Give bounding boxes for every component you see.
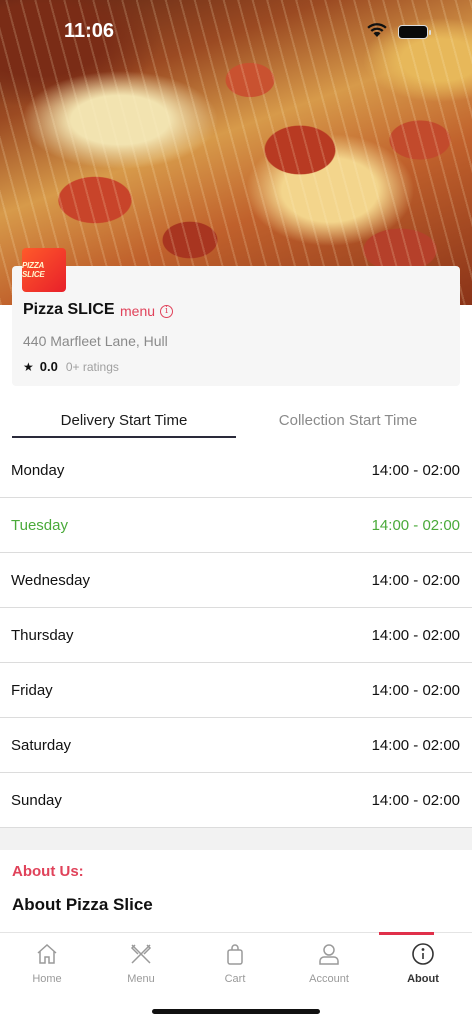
logo-text: PIZZA SLICE <box>22 261 45 279</box>
info-icon: i <box>160 304 174 318</box>
fork-knife-icon <box>130 944 152 964</box>
battery-icon <box>398 25 431 39</box>
menu-link-label: menu <box>120 303 156 319</box>
wifi-icon <box>367 23 387 37</box>
nav-cart-label: Cart <box>224 973 246 985</box>
section-divider <box>0 828 472 850</box>
home-icon <box>37 943 57 964</box>
hours-label: 14:00 - 02:00 <box>371 737 460 754</box>
day-label: Thursday <box>11 627 74 644</box>
tab-collection-start-time[interactable]: Collection Start Time <box>236 404 460 438</box>
tab-delivery-start-time[interactable]: Delivery Start Time <box>12 404 236 438</box>
info-icon <box>412 943 434 965</box>
schedule-row: Thursday 14:00 - 02:00 <box>0 608 472 663</box>
menu-link[interactable]: menu i <box>120 303 174 319</box>
restaurant-address: 440 Marfleet Lane, Hull <box>23 333 168 349</box>
nav-cart[interactable]: Cart <box>188 933 282 993</box>
schedule-row: Monday 14:00 - 02:00 <box>0 443 472 498</box>
about-title: About Pizza Slice <box>12 895 153 914</box>
time-tabs: Delivery Start Time Collection Start Tim… <box>12 404 460 438</box>
day-label: Monday <box>11 462 65 479</box>
shopping-bag-icon <box>227 944 243 965</box>
day-label: Tuesday <box>11 517 68 534</box>
hours-label: 14:00 - 02:00 <box>371 792 460 809</box>
about-section-label: About Us: <box>12 863 84 880</box>
schedule-row: Wednesday 14:00 - 02:00 <box>0 553 472 608</box>
day-label: Friday <box>11 682 53 699</box>
nav-about-label: About <box>407 973 439 985</box>
nav-home-label: Home <box>32 973 62 985</box>
hours-label: 14:00 - 02:00 <box>371 462 460 479</box>
schedule-row: Friday 14:00 - 02:00 <box>0 663 472 718</box>
schedule-row: Sunday 14:00 - 02:00 <box>0 773 472 828</box>
rating-value: 0.0 <box>39 359 58 374</box>
hours-label: 14:00 - 02:00 <box>371 572 460 589</box>
nav-menu[interactable]: Menu <box>94 933 188 993</box>
nav-menu-label: Menu <box>127 973 155 985</box>
user-icon <box>319 944 339 965</box>
home-indicator <box>152 1009 320 1014</box>
restaurant-name: Pizza SLICE <box>23 301 115 318</box>
ratings-count: 0+ ratings <box>65 359 119 374</box>
rating-row: ★ 0.0 0+ ratings <box>23 359 119 374</box>
day-label: Wednesday <box>11 572 90 589</box>
restaurant-info-card: PIZZA SLICE Pizza SLICE menu i 440 Marfl… <box>12 248 460 386</box>
nav-account-label: Account <box>309 973 349 985</box>
day-label: Sunday <box>11 792 62 809</box>
restaurant-logo: PIZZA SLICE <box>22 248 66 292</box>
status-time: 11:06 <box>64 20 115 42</box>
star-icon: ★ <box>23 359 34 374</box>
hours-label: 14:00 - 02:00 <box>371 627 460 644</box>
nav-about[interactable]: About <box>376 932 470 993</box>
hours-label: 14:00 - 02:00 <box>371 517 460 534</box>
schedule-row-today: Tuesday 14:00 - 02:00 <box>0 498 472 553</box>
day-label: Saturday <box>11 737 72 754</box>
nav-account[interactable]: Account <box>282 933 376 993</box>
schedule-row: Saturday 14:00 - 02:00 <box>0 718 472 773</box>
opening-hours-list: Monday 14:00 - 02:00 Tuesday 14:00 - 02:… <box>0 443 472 828</box>
nav-home[interactable]: Home <box>0 933 94 993</box>
hours-label: 14:00 - 02:00 <box>371 682 460 699</box>
status-bar: 11:06 <box>0 0 472 60</box>
